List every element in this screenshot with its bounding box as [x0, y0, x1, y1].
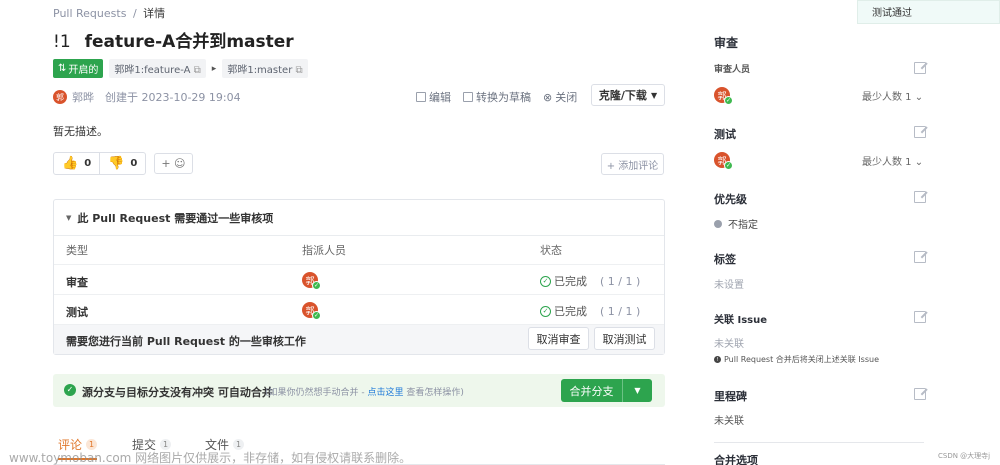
test-section-title: 测试 — [714, 128, 736, 141]
min-reviewers-select[interactable]: 最少人数 1 ⌄ — [862, 88, 923, 103]
convert-draft-button[interactable]: 转换为草稿 — [463, 89, 531, 105]
created-time: 创建于 2023-10-29 19:04 — [105, 91, 241, 104]
manual-merge-link[interactable]: 点击这里 — [367, 388, 403, 398]
status-badge: ⇅ 开启的 — [53, 59, 104, 78]
edit-labels-icon[interactable] — [914, 251, 926, 263]
linked-issue-section-title: 关联 Issue — [714, 315, 768, 326]
avatar[interactable]: 郭 — [53, 90, 67, 104]
merge-options-section-title: 合并选项 — [714, 454, 758, 465]
sidebar: 审查 审查人员 郭 ✓ 最少人数 1 ⌄ 测试 郭 ✓ 最少人数 1 ⌄ 优先级 不… — [714, 30, 926, 465]
min-testers-select[interactable]: 最少人数 1 ⌄ — [862, 153, 923, 168]
priority-section-title: 优先级 — [714, 193, 747, 206]
merge-status-text: 源分支与目标分支没有冲突 可自动合并 — [82, 386, 273, 399]
add-reaction-button[interactable]: + ☺ — [154, 153, 193, 174]
cancel-review-button[interactable]: 取消审查 — [528, 327, 589, 350]
edit-milestone-icon[interactable] — [914, 388, 926, 400]
draft-icon — [463, 92, 473, 102]
table-row: 审查 郭 ✓ ✓ 已完成 ( 1 / 1 ) — [54, 265, 664, 295]
merge-dropdown-icon[interactable]: ▼ — [622, 379, 652, 402]
labels-section-title: 标签 — [714, 253, 736, 266]
pr-description: 暂无描述。 — [53, 125, 108, 138]
avatar[interactable]: 郭 ✓ — [714, 152, 733, 170]
check-icon: ✓ — [540, 275, 551, 287]
review-section-title: 审查 — [714, 36, 739, 50]
watermark-text: www.toymoban.com 网络图片仅供展示，非存储，如有侵权请联系删除。 — [9, 451, 412, 465]
thumbs-up-icon: 👍 — [62, 156, 79, 171]
clone-download-button[interactable]: 克隆/下载 ▼ — [591, 84, 665, 106]
thumbs-up-button[interactable]: 👍 0 — [54, 153, 101, 174]
edit-issue-icon[interactable] — [914, 311, 926, 323]
avatar[interactable]: 郭 ✓ — [714, 87, 733, 105]
avatar[interactable]: 郭 ✓ — [302, 302, 321, 320]
close-pr-button[interactable]: ⊗ 关闭 — [543, 89, 577, 105]
review-panel: ▼ 此 Pull Request 需要通过一些审核项 类型 指派人员 状态 审查… — [53, 199, 665, 355]
review-table-header: 类型 指派人员 状态 — [54, 236, 664, 265]
caret-down-icon: ▼ — [650, 90, 658, 100]
merge-status-banner: ✓ 源分支与目标分支没有冲突 可自动合并 (如果你仍然想手动合并 - 点击这里 … — [53, 374, 665, 407]
milestone-section-title: 里程碑 — [714, 390, 747, 403]
thumbs-down-button[interactable]: 👎 0 — [100, 153, 145, 174]
cancel-test-button[interactable]: 取消测试 — [594, 327, 655, 350]
author-name[interactable]: 郭晔 — [72, 89, 94, 105]
pr-actions: 编辑 转换为草稿 ⊗ 关闭 — [416, 89, 577, 105]
copy-icon[interactable]: ⧉ — [296, 65, 303, 76]
edit-priority-icon[interactable] — [914, 191, 926, 203]
avatar[interactable]: 郭 ✓ — [302, 272, 321, 290]
branch-info: ⇅ 开启的 郭晔1:feature-A ⧉ ▸ 郭晔1:master ⧉ — [53, 59, 308, 78]
merge-request-icon: ⇅ — [58, 63, 67, 74]
success-check-icon: ✓ — [64, 384, 76, 396]
merge-branch-button[interactable]: 合并分支 ▼ — [561, 379, 652, 402]
linked-issue-note: ! Pull Request 合并后将关闭上述关联 Issue — [714, 354, 879, 365]
target-branch[interactable]: 郭晔1:master ⧉ — [222, 59, 308, 78]
page-title: !1 feature-A合并到master — [53, 27, 294, 52]
divider — [714, 442, 924, 443]
pr-number: !1 — [53, 32, 71, 52]
pr-title: feature-A合并到master — [84, 32, 294, 52]
review-footer: 需要您进行当前 Pull Request 的一些审核工作 取消审查 取消测试 — [54, 325, 664, 354]
chevron-down-icon: ⌄ — [914, 92, 924, 103]
reactions: 👍 0 👎 0 + ☺ — [53, 152, 193, 175]
close-icon: ⊗ — [543, 90, 553, 104]
edit-reviewers-icon[interactable] — [914, 62, 926, 74]
reviewers-label: 审查人员 — [714, 65, 751, 75]
caret-down-icon: ▼ — [66, 213, 72, 222]
breadcrumb: Pull Requests / 详情 — [53, 5, 165, 21]
author-line: 郭 郭晔 创建于 2023-10-29 19:04 — [53, 89, 241, 105]
merge-hint: (如果你仍然想手动合并 - 点击这里 查看怎样操作) — [265, 388, 464, 398]
priority-value: 不指定 — [714, 216, 758, 231]
breadcrumb-separator: / — [132, 7, 137, 20]
source-branch[interactable]: 郭晔1:feature-A ⧉ — [109, 59, 206, 78]
chevron-down-icon: ⌄ — [914, 157, 924, 168]
toast-notification: 测试通过 — [857, 0, 1000, 24]
edit-testers-icon[interactable] — [914, 126, 926, 138]
table-row: 测试 郭 ✓ ✓ 已完成 ( 1 / 1 ) — [54, 295, 664, 325]
thumbs-down-icon: 👎 — [108, 156, 125, 171]
priority-dot-icon — [714, 219, 722, 228]
milestone-value: 未关联 — [714, 416, 744, 427]
copy-icon[interactable]: ⧉ — [194, 65, 201, 76]
branch-arrow-icon: ▸ — [211, 63, 217, 74]
linked-issue-value: 未关联 — [714, 339, 744, 350]
breadcrumb-root[interactable]: Pull Requests — [53, 7, 126, 20]
edit-icon — [416, 92, 426, 102]
edit-button[interactable]: 编辑 — [416, 89, 451, 105]
add-comment-button[interactable]: + 添加评论 — [601, 153, 664, 175]
info-icon: ! — [714, 356, 721, 363]
check-icon: ✓ — [540, 305, 551, 317]
breadcrumb-current: 详情 — [143, 7, 166, 20]
review-panel-header[interactable]: ▼ 此 Pull Request 需要通过一些审核项 — [54, 200, 664, 236]
labels-value: 未设置 — [714, 280, 744, 291]
csdn-watermark: CSDN @大理寺j — [938, 452, 991, 460]
